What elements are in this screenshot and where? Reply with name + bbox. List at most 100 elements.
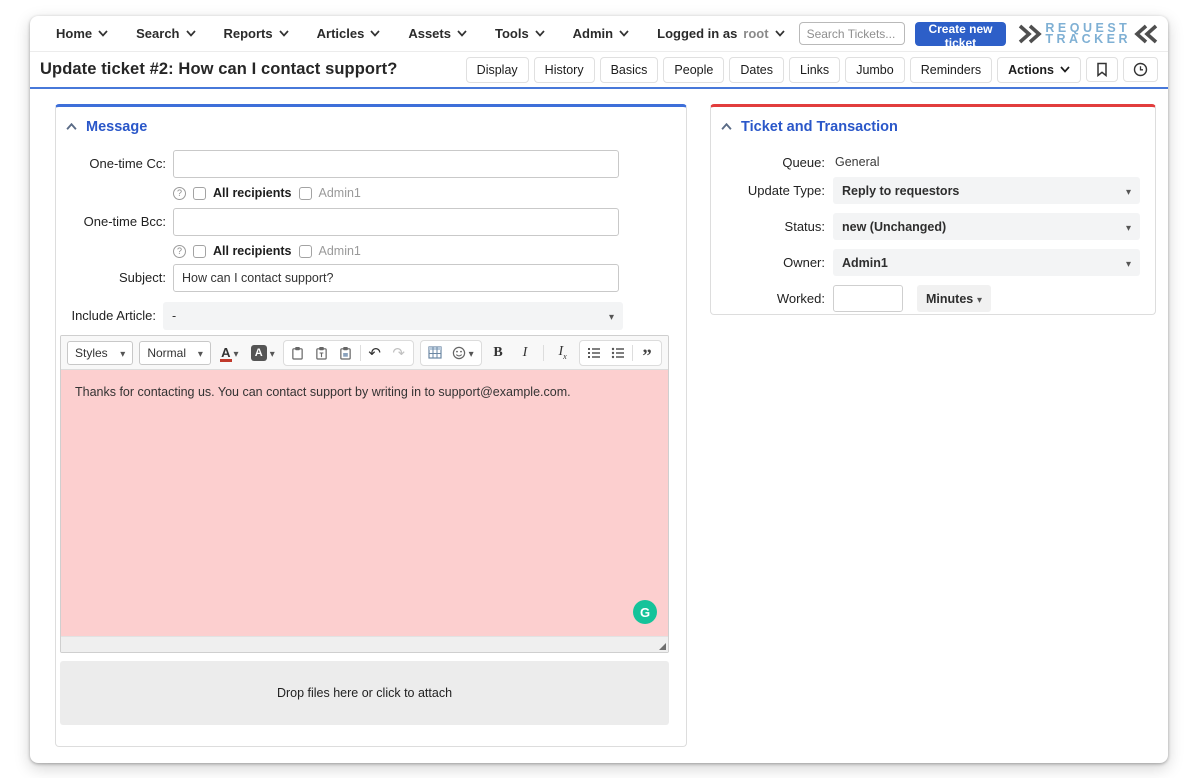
ticket-panel-header[interactable]: Ticket and Transaction — [721, 119, 898, 135]
bcc-admin1-checkbox[interactable] — [299, 245, 312, 258]
help-icon[interactable] — [173, 245, 186, 258]
help-icon[interactable] — [173, 187, 186, 200]
queue-value: General — [835, 149, 879, 176]
chevron-down-icon — [1060, 66, 1070, 73]
worked-unit-select[interactable]: Minutes — [917, 285, 991, 312]
logged-in-username: root — [743, 26, 768, 41]
tab-people[interactable]: People — [663, 57, 724, 83]
main-menu: Home Search Reports Articles Assets Tool… — [42, 26, 799, 41]
worked-input[interactable] — [833, 285, 903, 312]
paste-text-icon — [315, 346, 328, 360]
background-color-button[interactable]: A — [249, 342, 277, 364]
message-editor: Styles Normal A A ↶ ↷ B I — [60, 335, 669, 653]
blockquote-button[interactable]: ” — [635, 342, 659, 364]
tab-basics[interactable]: Basics — [600, 57, 659, 83]
bulleted-list-button[interactable] — [606, 342, 630, 364]
dropdown-arrow-icon — [977, 292, 982, 306]
remove-format-button[interactable]: Ix — [552, 342, 573, 364]
top-navigation: Home Search Reports Articles Assets Tool… — [30, 16, 1168, 52]
nav-admin[interactable]: Admin — [559, 26, 643, 41]
grammarly-button[interactable]: G — [633, 600, 657, 624]
create-new-ticket-button[interactable]: Create new ticket — [915, 22, 1007, 46]
nav-logged-in-user[interactable]: Logged in asroot — [643, 26, 798, 41]
dropdown-arrow-icon — [1126, 220, 1131, 234]
message-panel-header[interactable]: Message — [66, 119, 147, 135]
table-icon — [428, 346, 442, 359]
numbered-list-button[interactable] — [582, 342, 606, 364]
editor-body-text: Thanks for contacting us. You can contac… — [75, 385, 571, 399]
bold-icon: B — [493, 345, 502, 361]
undo-button[interactable]: ↶ — [363, 342, 387, 364]
nav-tools-label: Tools — [495, 26, 529, 41]
editor-bottom-bar — [61, 636, 668, 652]
worked-unit-value: Minutes — [926, 292, 977, 306]
cc-admin1-label: Admin1 — [319, 186, 361, 200]
clock-icon — [1133, 62, 1148, 77]
status-value: new (Unchanged) — [842, 220, 1126, 234]
nav-reports[interactable]: Reports — [210, 26, 303, 41]
attachment-dropzone[interactable]: Drop files here or click to attach — [60, 661, 669, 725]
cc-admin1-checkbox[interactable] — [299, 187, 312, 200]
nav-home[interactable]: Home — [42, 26, 122, 41]
request-tracker-logo[interactable]: REQUEST TRACKER — [1018, 23, 1158, 45]
topbar-right: Create new ticket REQUEST TRACKER — [799, 22, 1158, 46]
text-color-icon: A — [221, 346, 230, 359]
cc-all-recipients-label: All recipients — [213, 186, 292, 200]
styles-dropdown[interactable]: Styles — [67, 341, 133, 365]
dropdown-arrow-icon — [1126, 184, 1131, 198]
update-type-select[interactable]: Reply to requestors — [833, 177, 1140, 204]
insert-emoji-button[interactable] — [447, 342, 479, 364]
toolbar-separator — [360, 345, 361, 361]
one-time-cc-input[interactable] — [173, 150, 619, 178]
paste-from-word-button[interactable] — [334, 342, 358, 364]
one-time-bcc-input[interactable] — [173, 208, 619, 236]
subject-input[interactable] — [173, 264, 619, 292]
chevron-down-icon — [186, 30, 196, 37]
tab-jumbo[interactable]: Jumbo — [845, 57, 905, 83]
tab-history[interactable]: History — [534, 57, 595, 83]
include-article-select[interactable]: - — [163, 302, 623, 330]
toolbar-separator — [543, 345, 544, 361]
bookmark-button[interactable] — [1086, 57, 1118, 82]
search-tickets-input[interactable] — [799, 22, 905, 45]
redo-button[interactable]: ↷ — [387, 342, 411, 364]
time-worked-button[interactable] — [1123, 57, 1158, 82]
tab-links[interactable]: Links — [789, 57, 840, 83]
nav-tools[interactable]: Tools — [481, 26, 559, 41]
chevron-down-icon — [775, 30, 785, 37]
owner-select[interactable]: Admin1 — [833, 249, 1140, 276]
subject-label: Subject: — [56, 264, 166, 292]
nav-articles-label: Articles — [317, 26, 365, 41]
nav-articles[interactable]: Articles — [303, 26, 395, 41]
editor-content-area[interactable]: Thanks for contacting us. You can contac… — [61, 370, 668, 636]
insert-table-button[interactable] — [423, 342, 447, 364]
nav-assets[interactable]: Assets — [394, 26, 481, 41]
nav-search[interactable]: Search — [122, 26, 209, 41]
bcc-all-recipients-checkbox[interactable] — [193, 245, 206, 258]
bold-button[interactable]: B — [488, 342, 509, 364]
chevron-down-icon — [279, 30, 289, 37]
tab-dates[interactable]: Dates — [729, 57, 784, 83]
collapse-chevron-up-icon — [66, 123, 77, 131]
dropdown-arrow-icon — [469, 344, 474, 362]
dropdown-arrow-icon — [270, 344, 275, 362]
paste-button[interactable] — [286, 342, 310, 364]
tab-display[interactable]: Display — [466, 57, 529, 83]
one-time-bcc-label: One-time Bcc: — [56, 208, 166, 236]
list-group: ” — [579, 340, 662, 366]
cc-all-recipients-checkbox[interactable] — [193, 187, 206, 200]
tab-actions[interactable]: Actions — [997, 57, 1081, 83]
one-time-cc-label: One-time Cc: — [56, 150, 166, 178]
text-color-button[interactable]: A — [217, 342, 243, 364]
editor-resize-handle[interactable] — [659, 643, 666, 650]
page-header: Update ticket #2: How can I contact supp… — [30, 52, 1168, 89]
update-type-label: Update Type: — [711, 177, 825, 204]
italic-button[interactable]: I — [514, 342, 535, 364]
collapse-chevron-up-icon — [721, 123, 732, 131]
status-select[interactable]: new (Unchanged) — [833, 213, 1140, 240]
tab-reminders[interactable]: Reminders — [910, 57, 992, 83]
paste-word-icon — [339, 346, 352, 360]
bcc-admin1-label: Admin1 — [319, 244, 361, 258]
paste-plain-text-button[interactable] — [310, 342, 334, 364]
paragraph-format-dropdown[interactable]: Normal — [139, 341, 211, 365]
